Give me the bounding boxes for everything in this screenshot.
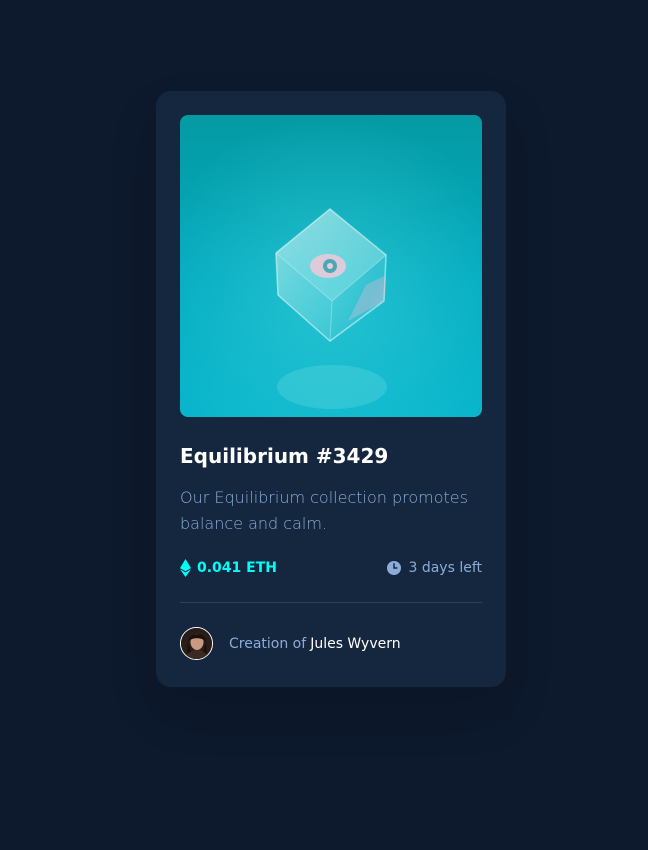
creator-label: Creation of Jules Wyvern xyxy=(229,636,401,652)
time-left-value: 3 days left xyxy=(408,560,482,576)
price-value: 0.041 ETH xyxy=(197,560,277,576)
eye-icon xyxy=(310,254,346,278)
ethereum-icon xyxy=(180,559,191,577)
nft-description: Our Equilibrium collection promotes bala… xyxy=(180,488,468,533)
nft-image[interactable] xyxy=(180,115,482,417)
divider xyxy=(180,602,482,603)
crystal-cube-image xyxy=(180,115,482,417)
creator: Creation of Jules Wyvern xyxy=(180,627,482,660)
avatar xyxy=(180,627,213,660)
nft-title[interactable]: Equilibrium #3429 xyxy=(180,441,482,471)
creator-name-link[interactable]: Jules Wyvern xyxy=(310,636,400,652)
time-left: 3 days left xyxy=(387,560,482,576)
nft-stats: 0.041 ETH 3 days left xyxy=(180,557,482,579)
clock-icon xyxy=(387,561,402,575)
creator-prefix: Creation of xyxy=(229,635,307,652)
price: 0.041 ETH xyxy=(180,559,277,577)
nft-card: Equilibrium #3429 Our Equilibrium collec… xyxy=(156,91,506,687)
